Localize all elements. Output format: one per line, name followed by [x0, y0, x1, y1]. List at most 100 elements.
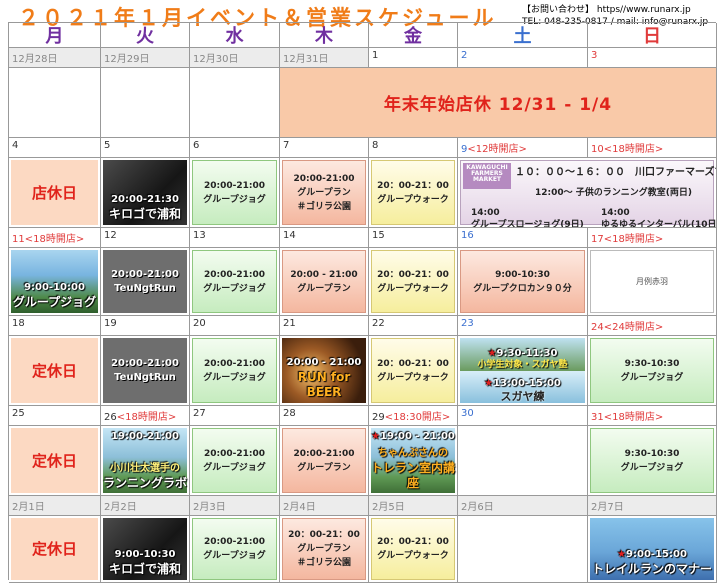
day-cell [458, 516, 588, 583]
date-label: 12月28日 [9, 48, 101, 68]
sun-event-name: ゆるゆるインターバル(10日) [601, 220, 717, 228]
event-card[interactable]: 20:00-21:00 TeuNgtRun [103, 338, 187, 403]
event-card[interactable]: 20：00-21：00 グループウォーク [371, 338, 455, 403]
event-time: 9:00-10:30 [114, 549, 176, 560]
event-card[interactable]: 20:00 - 21:00 グループラン [282, 250, 366, 313]
event-photo[interactable]: ★9:00-15:00 トレイルランのマナー [590, 518, 714, 580]
event-caption: グループジョグ [12, 295, 97, 309]
date-label: 2月7日 [588, 496, 717, 516]
day-cell: 20:00-21:00 グループジョグ [190, 426, 280, 496]
event-time: 20:00-21:00 [293, 448, 355, 459]
star-icon: ★ [487, 347, 497, 359]
date-label: 28 [280, 406, 369, 426]
date-label: 12月29日 [101, 48, 190, 68]
date-label: 24<24時開店> [588, 316, 717, 336]
event-card[interactable]: 20:00-21:00 TeuNgtRun [103, 250, 187, 313]
event-caption-group: 小川壮太選手の ランニングラボ [103, 461, 187, 491]
event-card[interactable]: 20:00-21:00 グループジョグ [192, 250, 277, 313]
date-label: 21 [280, 316, 369, 336]
event-card[interactable]: 20：00-21：00 グループラン ＃ゴリラ公園 [282, 518, 366, 580]
date-number: 11 [12, 234, 25, 245]
date-label: 16 [458, 228, 588, 248]
event-time: 20：00-21：00 [377, 537, 449, 547]
event-card[interactable]: 20：00-21：00 グループウォーク [371, 518, 455, 580]
sat-event-name: グループスロージョグ(9日) [471, 220, 584, 228]
event-photo[interactable]: 20:00-21:30 キロゴで浦和 [103, 160, 187, 225]
date-label: 8 [369, 138, 458, 158]
date-label: 11<18時開店> [9, 228, 101, 248]
date-label: 4 [9, 138, 101, 158]
day-cell [101, 68, 190, 138]
day-cell: 20:00-21:00 グループジョグ [190, 248, 280, 316]
date-label: 2月6日 [458, 496, 588, 516]
event-time: 9:00-10:30 [495, 269, 550, 280]
event-card[interactable]: 20:00-21:00 グループラン ＃ゴリラ公園 [282, 160, 366, 225]
event-photo[interactable]: 19:00-21:00 小川壮太選手の ランニングラボ [103, 428, 187, 493]
event-time: 20：00-21：00 [377, 180, 449, 191]
date-label: 1 [369, 48, 458, 68]
day-cell: 20:00-21:30 キロゴで浦和 [101, 158, 190, 228]
event-photo[interactable]: ★19:00 - 21:00 ちゃんぷさんの トレラン室内講座 [371, 428, 455, 493]
event-time-text: 19:00 - 21:00 [380, 431, 455, 442]
event-caption: ランニングラボ [103, 476, 188, 490]
event-caption: 小川壮太選手の [110, 463, 180, 474]
event-time: 20:00-21:00 [203, 537, 266, 547]
star-icon: ★ [371, 431, 381, 442]
event-caption: RUN for BEER [297, 370, 351, 399]
event-photo[interactable]: 9:00-10:30 キロゴで浦和 [103, 518, 187, 580]
event-card[interactable]: 20：00-21：00 グループウォーク [371, 160, 455, 225]
date-label: 12月31日 [280, 48, 369, 68]
event-caption: キロゴで浦和 [108, 562, 181, 576]
day-cell: 定休日 [9, 426, 101, 496]
event-caption: 小学生対象・スガヤ塾 [477, 359, 568, 370]
date-label: 2月1日 [9, 496, 101, 516]
opening-note: <18時開店> [116, 412, 177, 423]
day-cell: 定休日 [9, 516, 101, 583]
farmers-market-card[interactable]: KAWAGUCHI FARMERS MARKET １０：００～１６：００ 川口フ… [460, 160, 717, 228]
date-number: 3 [591, 50, 598, 61]
weekend-cell: KAWAGUCHI FARMERS MARKET １０：００～１６：００ 川口フ… [458, 158, 717, 228]
event-time: 19:00-21:00 [111, 431, 179, 442]
event-card[interactable]: 20:00-21:00 グループジョグ [192, 160, 277, 225]
sun-event: 14:00 ゆるゆるインターバル(10日) [601, 207, 717, 228]
date-label: 3 [588, 48, 717, 68]
event-card[interactable]: 20：00-21：00 グループウォーク [371, 250, 455, 313]
day-cell: ★9:00-15:00 トレイルランのマナー [588, 516, 717, 583]
date-label: 2月2日 [101, 496, 190, 516]
event-photo[interactable]: 9:00-10:00 グループジョグ [11, 250, 98, 313]
event-time: 20：00-21：00 [288, 530, 360, 540]
event-time: 20:00-21:00 [111, 357, 179, 369]
event-sub: ＃ゴリラ公園 [296, 201, 351, 212]
date-label: 19 [101, 316, 190, 336]
date-label: 13 [190, 228, 280, 248]
event-name: グループジョグ [203, 283, 266, 294]
opening-note: <18時開店> [603, 144, 664, 155]
opening-note: <18:30開店> [384, 412, 451, 423]
day-cell: 9:00-10:00 グループジョグ [9, 248, 101, 316]
date-label: 15 [369, 228, 458, 248]
opening-note: <18時開店> [24, 234, 85, 245]
event-time: ★19:00 - 21:00 [371, 430, 455, 444]
holiday-banner: 年末年始店休 12/31 - 1/4 [280, 68, 716, 137]
date-label: 29<18:30開店> [369, 406, 458, 426]
date-number: 23 [461, 318, 474, 329]
event-card[interactable]: 20:00-21:00 グループジョグ [192, 428, 277, 493]
event-card[interactable]: 20:00-21:00 グループジョグ [192, 518, 277, 580]
event-card[interactable]: 9:00-10:30 グループクロカン９０分 [460, 250, 585, 313]
event-photo[interactable]: 20:00 - 21:00 RUN for BEER [282, 338, 366, 403]
event-card[interactable]: 9:30-10:30 グループジョグ [590, 428, 714, 493]
date-label: 2月4日 [280, 496, 369, 516]
day-cell: 19:00-21:00 小川壮太選手の ランニングラボ [101, 426, 190, 496]
event-card[interactable]: 20:00-21:00 グループジョグ [192, 338, 277, 403]
weekday-sat: 土 [458, 23, 588, 48]
event-photo: ★13:00-15:00 スガヤ練 [460, 370, 585, 403]
weekday-sun: 日 [588, 23, 717, 48]
event-photo-pair[interactable]: ★9:30-11:30 小学生対象・スガヤ塾 ★13:00-15:00 スガヤ練 [460, 338, 585, 403]
date-number: 10 [591, 144, 604, 155]
event-card[interactable]: 20:00-21:00 グループラン [282, 428, 366, 493]
event-name: グループジョグ [620, 372, 684, 383]
date-label: 22 [369, 316, 458, 336]
event-card[interactable]: 9:30-10:30 グループジョグ [590, 338, 714, 403]
event-card[interactable]: 月例赤羽 [590, 250, 714, 313]
day-cell: 20：00-21：00 グループウォーク [369, 336, 458, 406]
